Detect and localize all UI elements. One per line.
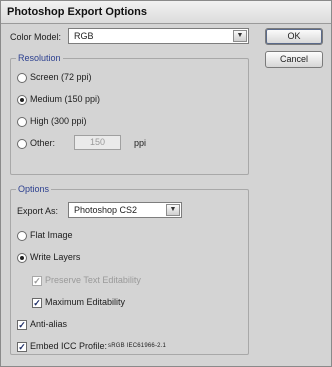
radio-other[interactable] — [17, 139, 27, 149]
other-ppi-unit: ppi — [134, 138, 147, 148]
checkmark-icon: ✓ — [33, 298, 41, 308]
radio-medium-label: Medium (150 ppi) — [30, 94, 101, 104]
preserve-text-checkbox[interactable]: ✓ — [32, 276, 42, 286]
ok-button[interactable]: OK — [265, 28, 323, 45]
radio-screen[interactable] — [17, 73, 27, 83]
export-as-value: Photoshop CS2 — [74, 205, 138, 215]
other-ppi-input[interactable]: 150 — [74, 135, 121, 150]
write-layers-label: Write Layers — [30, 252, 81, 262]
options-legend: Options — [16, 184, 52, 194]
title-bar: Photoshop Export Options — [1, 1, 331, 24]
checkmark-icon: ✓ — [33, 276, 41, 286]
icc-profile-name: sRGB IEC61966-2.1 — [108, 343, 167, 349]
radio-high-label: High (300 ppi) — [30, 116, 87, 126]
radio-high[interactable] — [17, 117, 27, 127]
export-options-dialog: Photoshop Export Options Color Model: RG… — [0, 0, 332, 367]
flat-image-label: Flat Image — [30, 230, 73, 240]
embed-icc-checkbox[interactable]: ✓ — [17, 342, 27, 352]
checkmark-icon: ✓ — [18, 342, 26, 352]
radio-medium[interactable] — [17, 95, 27, 105]
color-model-select[interactable]: RGB ▼ — [68, 28, 249, 44]
export-as-select[interactable]: Photoshop CS2 ▼ — [68, 202, 182, 218]
chevron-down-icon: ▼ — [233, 30, 247, 42]
max-editability-label: Maximum Editability — [45, 297, 126, 307]
preserve-text-label: Preserve Text Editability — [45, 275, 141, 285]
radio-write-layers[interactable] — [17, 253, 27, 263]
resolution-legend: Resolution — [16, 53, 63, 63]
chevron-down-icon: ▼ — [166, 204, 180, 216]
export-as-label: Export As: — [17, 206, 59, 216]
radio-other-label: Other: — [30, 138, 56, 148]
anti-alias-checkbox[interactable]: ✓ — [17, 320, 27, 330]
radio-screen-label: Screen (72 ppi) — [30, 72, 92, 82]
dialog-title: Photoshop Export Options — [7, 6, 147, 18]
color-model-label: Color Model: — [10, 32, 62, 42]
cancel-button[interactable]: Cancel — [265, 51, 323, 68]
radio-flat-image[interactable] — [17, 231, 27, 241]
max-editability-checkbox[interactable]: ✓ — [32, 298, 42, 308]
checkmark-icon: ✓ — [18, 320, 26, 330]
anti-alias-label: Anti-alias — [30, 319, 68, 329]
color-model-value: RGB — [74, 31, 94, 41]
embed-icc-label: Embed ICC Profile: — [30, 341, 108, 351]
